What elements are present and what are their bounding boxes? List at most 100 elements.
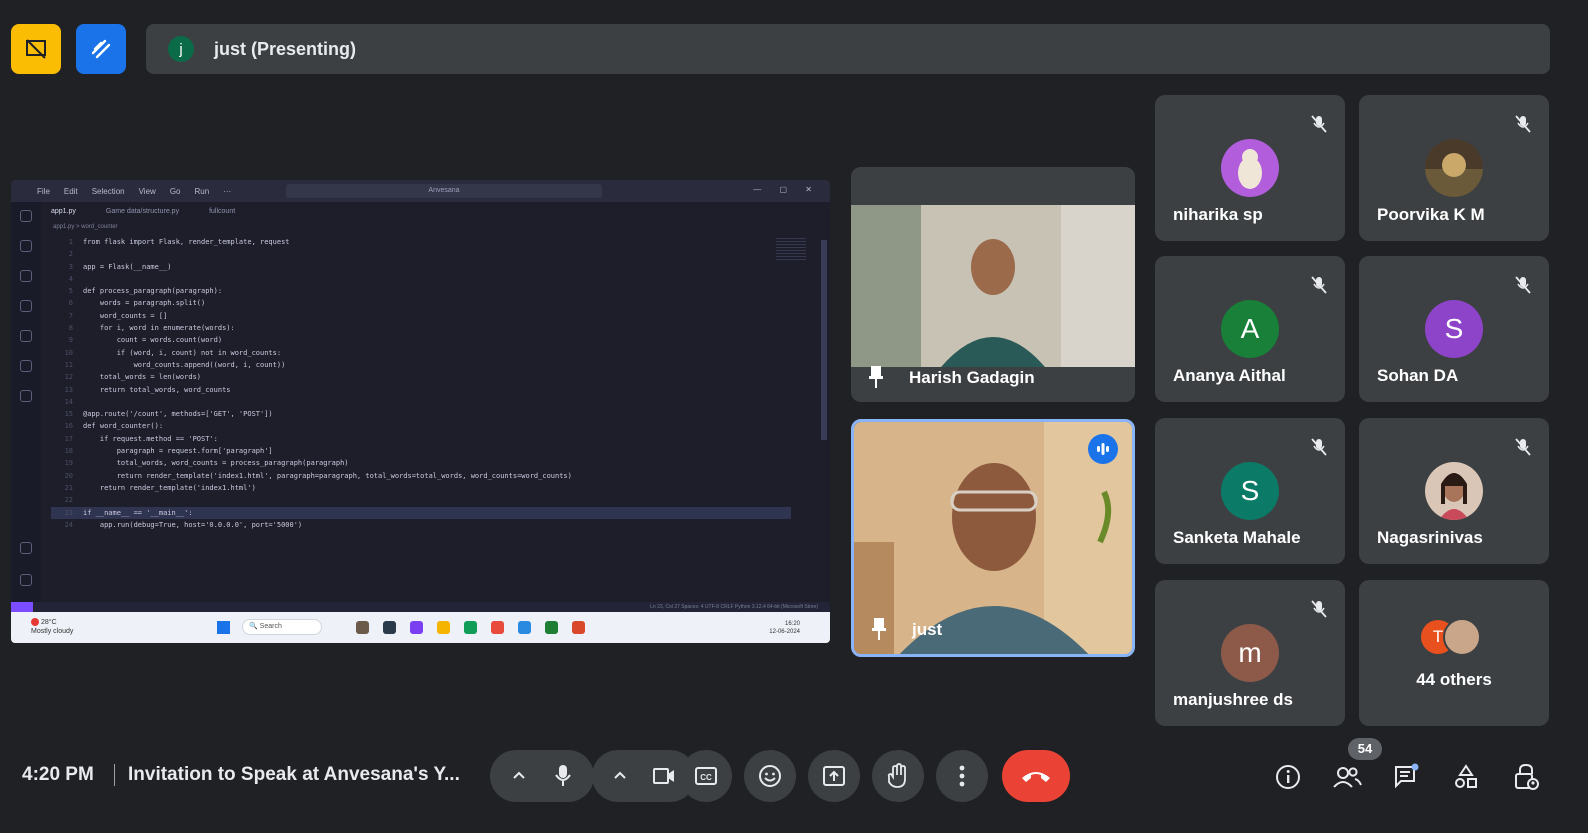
participant-tile-poorvika[interactable]: Poorvika K M <box>1359 95 1549 241</box>
host-controls-button[interactable] <box>1509 760 1543 794</box>
chrome-icon <box>491 621 504 634</box>
participant-avatar <box>1425 139 1483 197</box>
code-line: 5 def process_paragraph(paragraph): <box>51 285 791 297</box>
activities-button[interactable] <box>1449 760 1483 794</box>
draw-icon <box>91 39 111 59</box>
line-number: 13 <box>64 385 73 394</box>
captions-icon: CC <box>695 767 717 785</box>
windows-taskbar: 28°C Mostly cloudy 🔍 Search 16:20 12-06-… <box>11 612 830 643</box>
mic-off-icon <box>1311 600 1327 618</box>
code-text: return render_template('index1.html') <box>83 483 256 492</box>
others-avatar-photo <box>1443 618 1481 656</box>
code-text: word_counts.append((word, i, count)) <box>83 360 286 369</box>
editor-menu-run: Run <box>194 186 210 196</box>
taskbar-app-icon <box>383 621 396 634</box>
line-number: 4 <box>68 274 73 283</box>
code-line: 11 word_counts.append((word, i, count)) <box>51 359 791 371</box>
code-line: 24 app.run(debug=True, host='0.0.0.0', p… <box>51 519 791 531</box>
others-avatar-stack: T <box>1421 618 1493 658</box>
editor-minimap <box>776 238 806 260</box>
pin-icon[interactable] <box>869 366 883 388</box>
editor-menu-edit: Edit <box>63 186 78 196</box>
line-number: 7 <box>68 311 73 320</box>
line-number: 1 <box>68 238 73 246</box>
taskbar-time: 16:20 <box>784 621 800 627</box>
activities-icon <box>1455 764 1477 788</box>
others-tile[interactable]: T 44 others <box>1359 580 1549 726</box>
weather-temp: 28°C <box>40 619 57 626</box>
taskbar-app-icon <box>356 621 369 634</box>
chevron-up-icon[interactable] <box>613 769 627 783</box>
line-number: 21 <box>64 483 73 492</box>
editor-scrollbar <box>821 240 827 440</box>
participant-avatar: S <box>1221 462 1279 520</box>
line-number: 14 <box>64 397 73 406</box>
vscode-icon <box>518 621 531 634</box>
more-options-button[interactable] <box>936 750 988 802</box>
taskbar-weather: 28°C Mostly cloudy <box>31 618 73 636</box>
present-screen-button[interactable] <box>808 750 860 802</box>
present-icon <box>823 766 845 786</box>
powerpoint-icon <box>572 621 585 634</box>
video-tile-just[interactable]: just <box>851 419 1135 657</box>
editor-activity-bar <box>11 202 41 602</box>
participant-tile-nagasrinivas[interactable]: Nagasrinivas <box>1359 418 1549 564</box>
participant-avatar <box>1221 139 1279 197</box>
participant-tile-sanketa[interactable]: S Sanketa Mahale <box>1155 418 1345 564</box>
editor-tab: app1.py <box>51 207 76 215</box>
participant-count-badge: 54 <box>1348 738 1382 760</box>
editor-menu-selection: Selection <box>91 186 125 196</box>
line-number: 8 <box>68 324 73 333</box>
code-line: 20 return render_template('index1.html',… <box>51 470 791 482</box>
annotate-button[interactable] <box>76 24 126 74</box>
divider <box>114 764 115 786</box>
code-line: 6 words = paragraph.split() <box>51 297 791 309</box>
microphone-control[interactable] <box>490 750 594 802</box>
taskbar-clock: 16:20 12-06-2024 <box>769 620 800 636</box>
mic-off-icon <box>1515 115 1531 133</box>
line-number: 18 <box>64 447 73 456</box>
chevron-up-icon[interactable] <box>512 769 526 783</box>
captions-button[interactable]: CC <box>680 750 732 802</box>
line-number: 16 <box>64 422 73 431</box>
testing-icon <box>20 360 32 372</box>
meeting-details-button[interactable] <box>1271 760 1305 794</box>
people-icon <box>1333 767 1362 788</box>
code-line: 1 from flask import Flask, render_templat… <box>51 236 791 248</box>
pin-icon[interactable] <box>872 618 886 640</box>
presenter-label: just (Presenting) <box>214 38 357 59</box>
camera-icon[interactable] <box>652 766 676 786</box>
mic-off-icon <box>1311 115 1327 133</box>
code-text: count = words.count(word) <box>83 336 223 345</box>
participant-tile-manjushree[interactable]: m manjushree ds <box>1155 580 1345 726</box>
code-line: 16 def word_counter(): <box>51 420 791 432</box>
video-tile-harish[interactable]: Harish Gadagin <box>851 167 1135 402</box>
participant-tile-ananya[interactable]: A Ananya Aithal <box>1155 256 1345 402</box>
taskbar-search-label: Search <box>259 623 282 630</box>
file-explorer-icon <box>437 621 450 634</box>
microphone-icon[interactable] <box>553 764 573 788</box>
chat-button[interactable] <box>1389 760 1423 794</box>
participant-name: Nagasrinivas <box>1377 528 1483 547</box>
mic-off-icon <box>1515 276 1531 294</box>
people-button[interactable] <box>1330 760 1364 794</box>
code-text: words = paragraph.split() <box>83 299 206 308</box>
others-count: 44 others <box>1416 670 1492 689</box>
line-number: 15 <box>64 410 73 419</box>
code-text: def word_counter(): <box>83 422 164 431</box>
editor-menu-more: ··· <box>223 186 232 196</box>
participant-avatar: S <box>1425 300 1483 358</box>
mic-off-icon <box>1311 276 1327 294</box>
chat-icon <box>1395 763 1419 789</box>
code-line: 23 if __name__ == '__main__': <box>51 506 791 519</box>
code-text: word_counts = [] <box>83 311 168 320</box>
debug-icon <box>20 300 32 312</box>
participant-tile-sohan[interactable]: S Sohan DA <box>1359 256 1549 402</box>
raise-hand-button[interactable] <box>872 750 924 802</box>
leave-call-button[interactable] <box>1002 750 1070 802</box>
reactions-button[interactable] <box>744 750 796 802</box>
participant-name: Sohan DA <box>1377 366 1459 385</box>
participant-tile-niharika[interactable]: niharika sp <box>1155 95 1345 241</box>
hide-presentation-button[interactable] <box>11 24 61 74</box>
raise-hand-icon <box>887 763 906 788</box>
